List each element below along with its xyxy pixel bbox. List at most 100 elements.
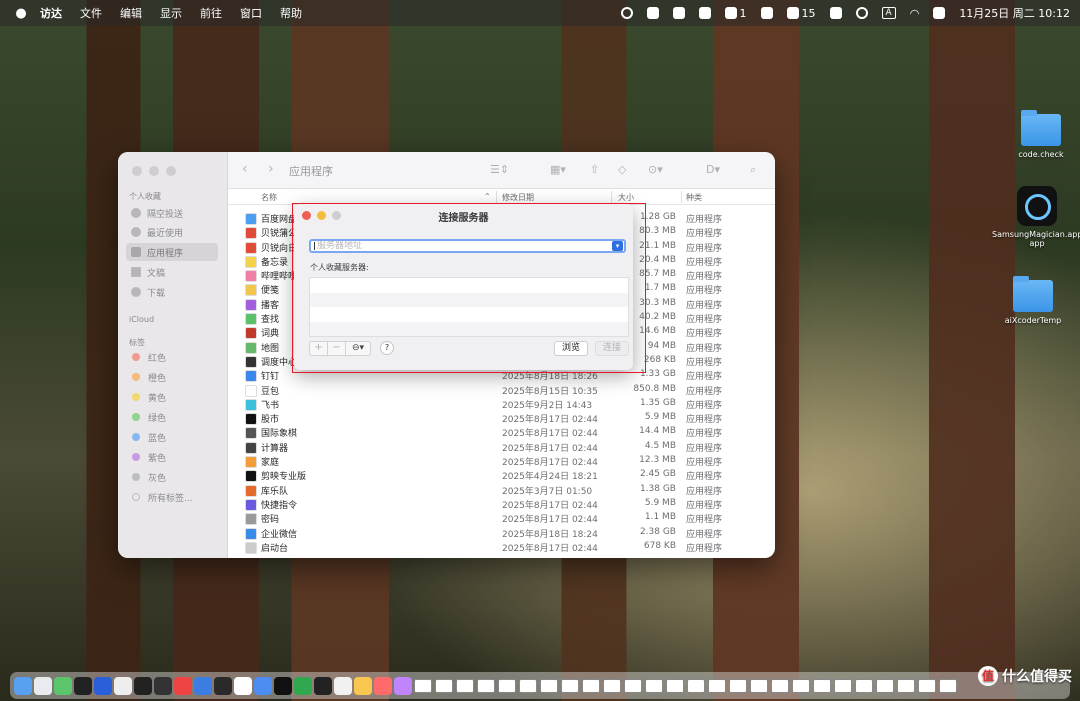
dock-app-icon[interactable] [294, 676, 312, 695]
search-icon[interactable]: ⌕ [750, 163, 756, 177]
menu-go[interactable]: 前往 [200, 5, 222, 21]
dock-app-icon[interactable] [34, 676, 52, 695]
sidebar-all-tags[interactable]: 所有标签... [126, 488, 218, 506]
input-method-indicator[interactable]: A [881, 7, 896, 19]
forward-chevron-icon[interactable]: › [268, 161, 274, 177]
table-row[interactable]: 飞书 2025年9月2日 14:43 1.35 GB 应用程序 [228, 397, 775, 411]
dock-window-thumbnail[interactable] [708, 678, 726, 693]
table-row[interactable]: 启动台 2025年8月17日 02:44 678 KB 应用程序 [228, 540, 775, 554]
table-row[interactable]: 企业微信 2025年8月18日 18:24 2.38 GB 应用程序 [228, 526, 775, 540]
dock-app-icon[interactable] [234, 676, 252, 695]
dock-window-thumbnail[interactable] [498, 678, 516, 693]
dock-window-thumbnail[interactable] [540, 678, 558, 693]
dock-window-thumbnail[interactable] [771, 678, 789, 693]
sidebar-tag-purple[interactable]: 紫色 [126, 448, 218, 466]
dock-app-icon[interactable] [14, 676, 32, 695]
sidebar-item-recents[interactable]: 最近使用 [126, 223, 218, 241]
dropbox-icon[interactable]: D▾ [706, 163, 720, 176]
more-actions-icon[interactable]: ⊙▾ [648, 163, 663, 176]
dock-window-thumbnail[interactable] [897, 678, 915, 693]
tray-badge-item[interactable]: 1 [724, 7, 747, 20]
dock-window-thumbnail[interactable] [687, 678, 705, 693]
dock-app-icon[interactable] [54, 676, 72, 695]
column-divider[interactable] [611, 191, 612, 203]
dock-window-thumbnail[interactable] [582, 678, 600, 693]
menu-file[interactable]: 文件 [80, 5, 102, 21]
dock-window-thumbnail[interactable] [414, 678, 432, 693]
dock-window-thumbnail[interactable] [477, 678, 495, 693]
table-row[interactable]: 快捷指令 2025年8月17日 02:44 5.9 MB 应用程序 [228, 497, 775, 511]
dock-app-icon[interactable] [134, 676, 152, 695]
tray-app-icon[interactable] [672, 7, 685, 19]
table-row[interactable]: 计算器 2025年8月17日 02:44 4.5 MB 应用程序 [228, 440, 775, 454]
wifi-icon[interactable]: ◠ [910, 7, 920, 20]
dock-app-icon[interactable] [74, 676, 92, 695]
dock-window-thumbnail[interactable] [603, 678, 621, 693]
sidebar-tag-gray[interactable]: 灰色 [126, 468, 218, 486]
sidebar-tag-blue[interactable]: 蓝色 [126, 428, 218, 446]
dock-app-icon[interactable] [354, 676, 372, 695]
dock-app-icon[interactable] [114, 676, 132, 695]
share-icon[interactable]: ⇧ [590, 163, 599, 176]
tag-icon[interactable]: ◇ [618, 163, 626, 176]
dock-window-thumbnail[interactable] [918, 678, 936, 693]
table-row[interactable]: 密码 2025年8月17日 02:44 1.1 MB 应用程序 [228, 511, 775, 526]
sidebar-item-downloads[interactable]: 下载 [126, 283, 218, 301]
column-header-kind[interactable]: 种类 [686, 192, 702, 203]
table-row[interactable]: 股市 2025年8月17日 02:44 5.9 MB 应用程序 [228, 411, 775, 426]
tray-app-icon[interactable] [698, 7, 711, 19]
column-header-date[interactable]: 修改日期 [502, 192, 534, 203]
control-center-icon[interactable] [933, 7, 946, 19]
dock-window-thumbnail[interactable] [876, 678, 894, 693]
dock-window-thumbnail[interactable] [456, 678, 474, 693]
sidebar-tag-yellow[interactable]: 黄色 [126, 388, 218, 406]
dock-window-thumbnail[interactable] [834, 678, 852, 693]
tray-app-icon[interactable] [760, 7, 773, 19]
menu-finder[interactable]: 访达 [40, 5, 62, 21]
table-row[interactable]: 国际象棋 2025年8月17日 02:44 14.4 MB 应用程序 [228, 425, 775, 440]
dock-window-thumbnail[interactable] [855, 678, 873, 693]
column-divider[interactable] [681, 191, 682, 203]
dock-app-icon[interactable] [334, 676, 352, 695]
desktop-icon-code-check[interactable]: code.check [996, 110, 1080, 159]
dock-window-thumbnail[interactable] [792, 678, 810, 693]
screen-record-icon[interactable] [620, 7, 633, 19]
sidebar-item-airdrop[interactable]: 隔空投送 [126, 204, 218, 222]
column-divider[interactable] [496, 191, 497, 203]
menu-edit[interactable]: 编辑 [120, 5, 142, 21]
tray-app-icon[interactable] [646, 7, 659, 19]
menu-view[interactable]: 显示 [160, 5, 182, 21]
dock-app-icon[interactable] [374, 676, 392, 695]
dock-app-icon[interactable] [314, 676, 332, 695]
dock-app-icon[interactable] [174, 676, 192, 695]
dock-window-thumbnail[interactable] [645, 678, 663, 693]
close-button[interactable] [132, 166, 142, 176]
list-view-icon[interactable]: ☰⇕ [490, 163, 509, 176]
desktop-icon-samsung-magician[interactable]: SamsungMagician.app app [992, 186, 1080, 248]
sidebar-tag-green[interactable]: 绿色 [126, 408, 218, 426]
menu-help[interactable]: 帮助 [280, 5, 302, 21]
dock-app-icon[interactable] [94, 676, 112, 695]
dock-app-icon[interactable] [154, 676, 172, 695]
zoom-button[interactable] [166, 166, 176, 176]
dock-window-thumbnail[interactable] [561, 678, 579, 693]
dock-app-icon[interactable] [394, 676, 412, 695]
desktop-icon-aixcodertemp[interactable]: aiXcoderTemp [988, 276, 1078, 325]
dock-app-icon[interactable] [214, 676, 232, 695]
menubar-clock[interactable]: 11月25日 周二 10:12 [959, 5, 1070, 21]
table-row[interactable]: 库乐队 2025年3月7日 01:50 1.38 GB 应用程序 [228, 483, 775, 497]
dock-app-icon[interactable] [194, 676, 212, 695]
table-row[interactable]: 家庭 2025年8月17日 02:44 12.3 MB 应用程序 [228, 454, 775, 469]
group-icon[interactable]: ▦▾ [550, 163, 566, 176]
dock-app-icon[interactable] [274, 676, 292, 695]
dock-window-thumbnail[interactable] [435, 678, 453, 693]
apple-menu-icon[interactable]: ● [14, 6, 28, 21]
dock-window-thumbnail[interactable] [519, 678, 537, 693]
dock-window-thumbnail[interactable] [624, 678, 642, 693]
dock-window-thumbnail[interactable] [813, 678, 831, 693]
dock-window-thumbnail[interactable] [939, 678, 957, 693]
dock-app-icon[interactable] [254, 676, 272, 695]
table-row[interactable]: 剪映专业版 2025年4月24日 18:21 2.45 GB 应用程序 [228, 468, 775, 483]
sidebar-tag-red[interactable]: 红色 [126, 348, 218, 366]
grid-icon[interactable] [829, 7, 842, 19]
